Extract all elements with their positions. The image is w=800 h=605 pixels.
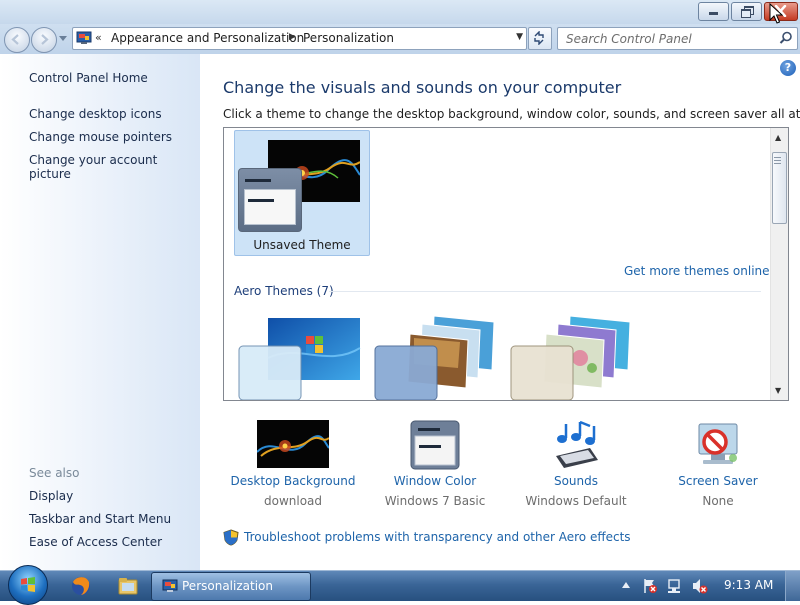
minimize-button[interactable] xyxy=(698,2,729,21)
sounds-link[interactable]: Sounds xyxy=(506,474,646,488)
taskbar-button-personalization[interactable]: Personalization xyxy=(151,572,311,601)
theme-tile-nature[interactable] xyxy=(510,308,645,400)
window-color-link[interactable]: Window Color xyxy=(365,474,505,488)
screen-saver-value: None xyxy=(702,494,734,508)
recent-pages-dropdown-icon[interactable] xyxy=(59,36,67,41)
screen-saver-link[interactable]: Screen Saver xyxy=(648,474,788,488)
window-controls xyxy=(698,2,798,21)
page-description: Click a theme to change the desktop back… xyxy=(223,107,800,121)
desktop-background-value: download xyxy=(263,494,323,508)
volume-muted-icon[interactable] xyxy=(692,578,708,594)
restore-button[interactable] xyxy=(731,2,762,21)
music-notes-icon xyxy=(556,420,598,468)
search-icon[interactable] xyxy=(779,31,793,45)
see-also-label: See also xyxy=(29,466,80,480)
get-more-themes-link[interactable]: Get more themes online xyxy=(624,264,770,278)
scroll-grip-icon xyxy=(774,157,781,166)
title-bar xyxy=(0,0,800,24)
desktop-background-setting[interactable]: Desktop Background download xyxy=(223,420,363,516)
firefox-icon[interactable] xyxy=(68,573,94,599)
address-bar[interactable]: « Appearance and Personalization ▶ Perso… xyxy=(72,27,527,50)
wallpaper-thumbnail-icon xyxy=(257,420,329,468)
theme-label: Unsaved Theme xyxy=(253,238,351,252)
back-arrow-icon xyxy=(11,34,19,45)
aero-themes-header: Aero Themes (7) xyxy=(234,284,334,298)
refresh-icon xyxy=(534,31,544,45)
change-account-picture-link[interactable]: Change your account picture xyxy=(29,153,200,181)
navigation-bar: « Appearance and Personalization ▶ Perso… xyxy=(0,24,800,54)
breadcrumb-separator-icon[interactable]: ▶ xyxy=(289,32,296,42)
desktop-background-link[interactable]: Desktop Background xyxy=(223,474,363,488)
breadcrumb-appearance[interactable]: Appearance and Personalization xyxy=(111,31,304,45)
taskbar: Personalization 9:13 AM xyxy=(0,565,800,605)
change-mouse-pointers-link[interactable]: Change mouse pointers xyxy=(29,130,172,144)
network-icon[interactable] xyxy=(667,578,683,594)
forward-arrow-icon xyxy=(41,34,49,45)
sounds-setting[interactable]: Sounds Windows Default xyxy=(506,420,646,516)
windows-explorer-icon[interactable] xyxy=(115,573,141,599)
window-color-setting[interactable]: Window Color Windows 7 Basic xyxy=(365,420,505,516)
search-input[interactable] xyxy=(564,30,773,48)
help-icon[interactable]: ? xyxy=(780,60,796,76)
theme-tile-architecture[interactable] xyxy=(374,308,509,400)
sounds-value: Windows Default xyxy=(525,494,627,508)
show-hidden-icons-icon[interactable] xyxy=(621,578,631,592)
theme-list-scrollbar[interactable]: ▲ ▼ xyxy=(770,128,788,400)
architecture-theme-thumbnail-icon xyxy=(374,315,495,400)
window-color-icon xyxy=(410,420,460,470)
display-link[interactable]: Display xyxy=(29,489,73,503)
breadcrumb-personalization[interactable]: Personalization xyxy=(303,31,394,45)
show-desktop-button[interactable] xyxy=(785,571,800,601)
control-panel-icon xyxy=(162,579,178,592)
theme-tile-windows7[interactable] xyxy=(238,308,373,400)
mouse-cursor-icon xyxy=(769,3,783,24)
theme-list: Unsaved Theme Get more themes online Aer… xyxy=(223,127,789,401)
search-box[interactable] xyxy=(557,27,798,50)
scroll-down-icon[interactable]: ▼ xyxy=(775,386,781,395)
window-color-preview xyxy=(238,168,302,232)
window-color-value: Windows 7 Basic xyxy=(384,494,486,508)
screen-saver-setting[interactable]: Screen Saver None xyxy=(648,420,788,516)
section-divider xyxy=(329,291,761,292)
troubleshoot-link[interactable]: Troubleshoot problems with transparency … xyxy=(244,530,631,544)
change-desktop-icons-link[interactable]: Change desktop icons xyxy=(29,107,162,121)
windows-logo-icon xyxy=(21,577,35,592)
forward-button[interactable] xyxy=(31,27,57,53)
control-panel-icon xyxy=(76,31,92,44)
system-clock[interactable]: 9:13 AM xyxy=(724,578,773,592)
ease-of-access-link[interactable]: Ease of Access Center xyxy=(29,535,162,549)
address-overflow-chevron[interactable]: « xyxy=(95,31,102,44)
taskbar-button-label: Personalization xyxy=(182,579,273,593)
taskbar-start-menu-link[interactable]: Taskbar and Start Menu xyxy=(29,512,171,526)
main-content: ? Change the visuals and sounds on your … xyxy=(200,54,800,570)
action-center-flag-icon[interactable] xyxy=(642,578,658,594)
back-button[interactable] xyxy=(4,27,30,53)
windows7-theme-thumbnail-icon xyxy=(238,318,361,400)
task-pane: Control Panel Home Change desktop icons … xyxy=(0,54,200,570)
refresh-button[interactable] xyxy=(528,27,552,50)
theme-tile-unsaved[interactable]: Unsaved Theme xyxy=(234,130,370,256)
scroll-up-icon[interactable]: ▲ xyxy=(775,133,781,142)
page-title: Change the visuals and sounds on your co… xyxy=(223,78,622,97)
start-button[interactable] xyxy=(8,565,48,605)
shield-icon xyxy=(223,529,239,546)
control-panel-home-link[interactable]: Control Panel Home xyxy=(29,71,148,85)
nature-theme-thumbnail-icon xyxy=(510,315,631,400)
address-dropdown-icon[interactable]: ▼ xyxy=(516,32,523,42)
screen-saver-icon xyxy=(698,423,738,464)
